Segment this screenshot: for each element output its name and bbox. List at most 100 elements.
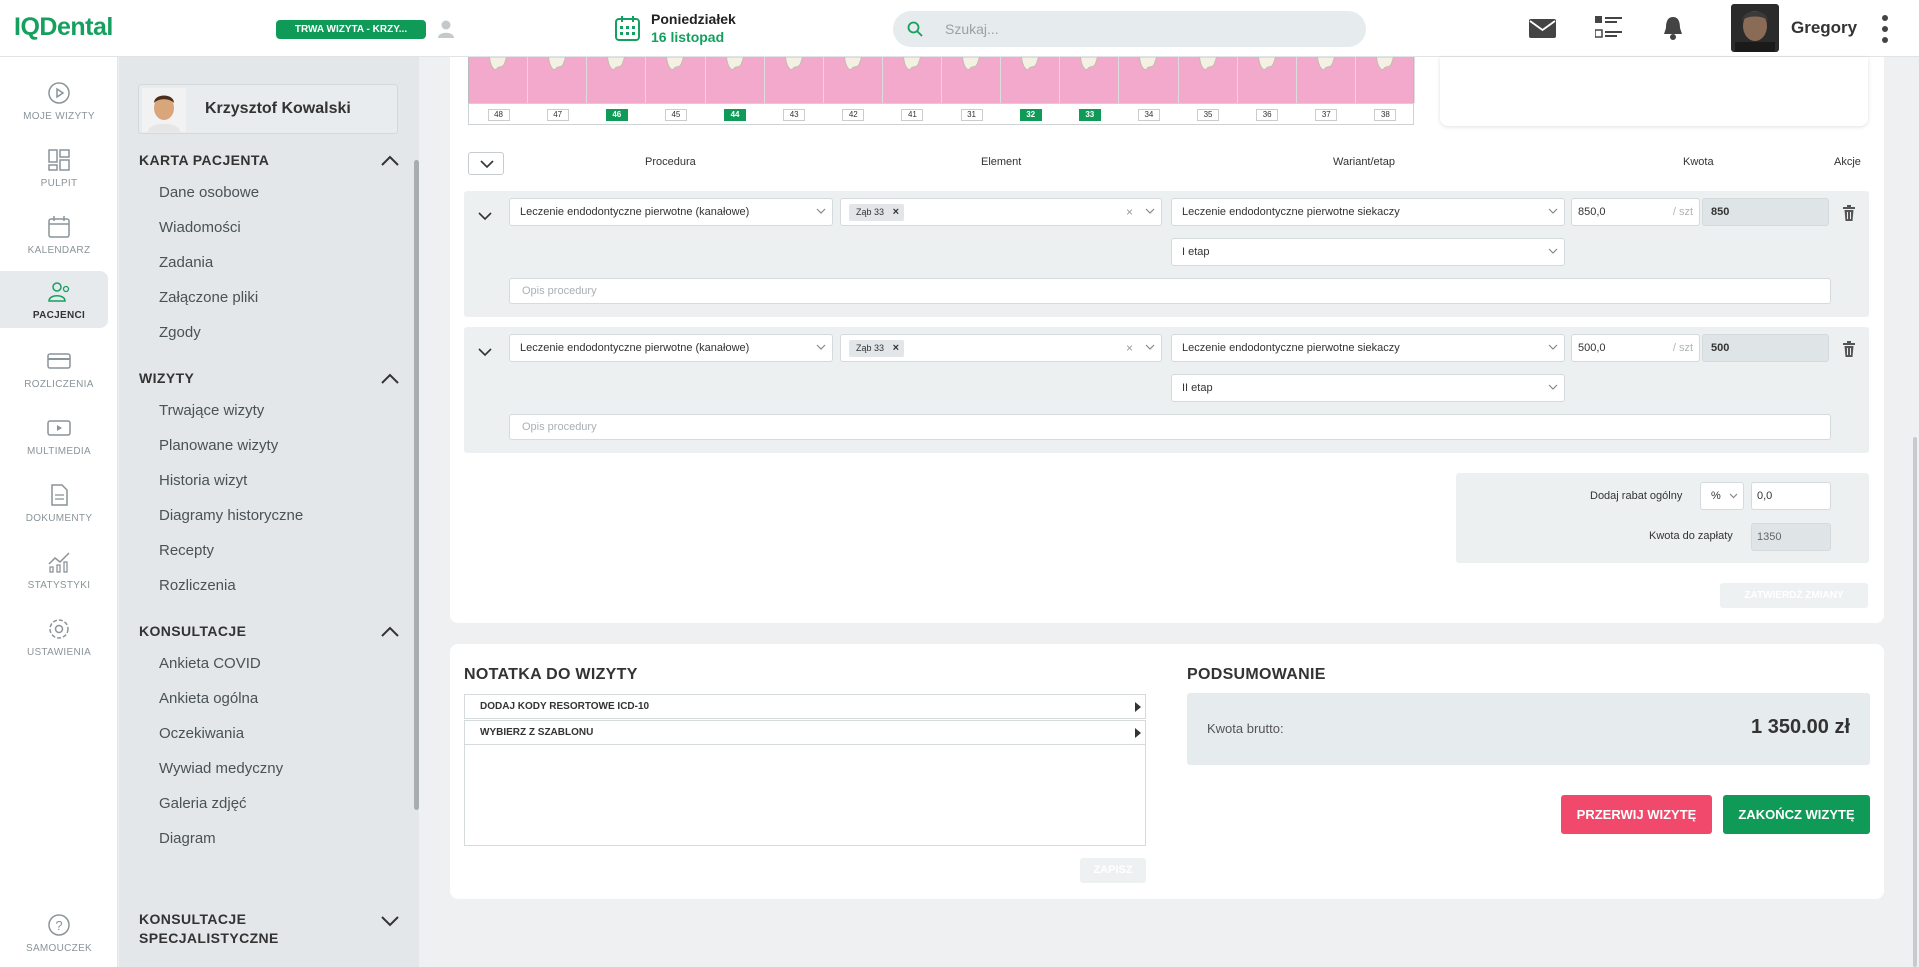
finish-visit-button[interactable]: ZAKOŃCZ WIZYTĘ (1723, 795, 1870, 834)
tooth-47[interactable] (528, 56, 588, 103)
add-icd10-codes-option[interactable]: DODAJ KODY RESORTOWE ICD-10 (464, 694, 1146, 719)
procedure-select[interactable]: Leczenie endodontyczne pierwotne (kanało… (509, 334, 833, 362)
search-bar[interactable] (893, 11, 1366, 47)
mail-icon[interactable] (1529, 19, 1556, 38)
remove-chip-icon[interactable]: × (893, 204, 899, 221)
app-logo[interactable]: IQDental (14, 13, 113, 42)
nav-multimedia[interactable]: MULTIMEDIA (0, 410, 108, 466)
user-avatar[interactable] (1731, 4, 1779, 52)
tooth-number[interactable]: 42 (842, 109, 865, 121)
tooth-45[interactable] (646, 56, 706, 103)
nav-help[interactable]: ? SAMOUCZEK (0, 907, 108, 963)
nav-documents[interactable]: DOKUMENTY (0, 477, 108, 533)
chevron-up-icon[interactable] (381, 626, 399, 637)
tooth-number[interactable]: 33 (1078, 109, 1101, 121)
stage-select[interactable]: II etap (1171, 374, 1565, 402)
remove-chip-icon[interactable]: × (893, 340, 899, 357)
link-planned-visits[interactable]: Planowane wizyty (159, 437, 278, 454)
discount-type-select[interactable]: % (1700, 482, 1744, 510)
element-select[interactable]: Ząb 33 × × (840, 334, 1162, 362)
variant-select[interactable]: Leczenie endodontyczne pierwotne siekacz… (1171, 334, 1565, 362)
section-patient-card[interactable]: KARTA PACJENTA (139, 152, 399, 168)
link-attached-files[interactable]: Załączone pliki (159, 289, 258, 306)
link-consents[interactable]: Zgody (159, 324, 201, 341)
link-covid-survey[interactable]: Ankieta COVID (159, 655, 261, 672)
tooth-number[interactable]: 35 (1197, 109, 1220, 121)
section-visits[interactable]: WIZYTY (139, 370, 399, 386)
nav-calendar[interactable]: KALENDARZ (0, 209, 108, 265)
tooth-35[interactable] (1179, 56, 1238, 103)
trash-icon[interactable] (1842, 205, 1856, 221)
tooth-33[interactable] (1060, 56, 1120, 103)
link-prescriptions[interactable]: Recepty (159, 542, 214, 559)
tooth-42[interactable] (824, 56, 883, 103)
tooth-37[interactable] (1297, 56, 1356, 103)
chevron-up-icon[interactable] (381, 373, 399, 384)
tooth-number[interactable]: 48 (487, 109, 510, 121)
sidebar-scrollbar[interactable] (414, 160, 419, 810)
discount-value-input[interactable]: 0,0 (1751, 482, 1831, 510)
tooth-number[interactable]: 31 (960, 109, 983, 121)
nav-billing[interactable]: ROZLICZENIA (0, 343, 108, 399)
variant-select[interactable]: Leczenie endodontyczne pierwotne siekacz… (1171, 198, 1565, 226)
user-name[interactable]: Gregory (1791, 18, 1857, 38)
tooth-number[interactable]: 46 (605, 109, 628, 121)
search-input[interactable] (945, 19, 1345, 39)
price-input[interactable]: 850,0 / szt (1571, 198, 1700, 226)
tooth-41[interactable] (883, 56, 942, 103)
tooth-number[interactable]: 38 (1374, 109, 1397, 121)
tooth-number[interactable]: 34 (1137, 109, 1160, 121)
chevron-up-icon[interactable] (381, 155, 399, 166)
tooth-48[interactable] (469, 56, 529, 103)
trash-icon[interactable] (1842, 341, 1856, 357)
patient-card[interactable]: Krzysztof Kowalski (138, 84, 398, 134)
tooth-number[interactable]: 45 (664, 109, 687, 121)
bell-icon[interactable] (1662, 15, 1684, 41)
tooth-32[interactable] (1001, 56, 1061, 103)
kebab-menu-icon[interactable] (1880, 14, 1890, 44)
stage-select[interactable]: I etap (1171, 238, 1565, 266)
tooth-number[interactable]: 37 (1315, 109, 1338, 121)
tooth-number[interactable]: 41 (901, 109, 924, 121)
tooth-number[interactable]: 43 (783, 109, 806, 121)
chevron-down-icon[interactable] (476, 343, 494, 361)
nav-patients[interactable]: PACJENCI (0, 271, 108, 328)
nav-my-visits[interactable]: MOJE WIZYTY (0, 75, 108, 131)
link-general-survey[interactable]: Ankieta ogólna (159, 690, 258, 707)
collapse-all-button[interactable] (468, 152, 504, 175)
link-messages[interactable]: Wiadomości (159, 219, 241, 236)
list-view-icon[interactable] (1595, 16, 1622, 40)
procedure-select[interactable]: Leczenie endodontyczne pierwotne (kanało… (509, 198, 833, 226)
procedure-description-input[interactable]: Opis procedury (509, 278, 1831, 304)
tooth-number[interactable]: 47 (546, 109, 569, 121)
link-medical-interview[interactable]: Wywiad medyczny (159, 760, 283, 777)
link-expectations[interactable]: Oczekiwania (159, 725, 244, 742)
section-specialist-consultations[interactable]: KONSULTACJE SPECJALISTYCZNE (139, 910, 399, 948)
nav-settings[interactable]: USTAWIENIA (0, 611, 108, 667)
nav-dashboard[interactable]: PULPIT (0, 142, 108, 198)
tooth-44[interactable] (706, 56, 765, 103)
link-ongoing-visits[interactable]: Trwające wizyty (159, 402, 264, 419)
tooth-36[interactable] (1238, 56, 1297, 103)
link-visit-history[interactable]: Historia wizyt (159, 472, 247, 489)
price-input[interactable]: 500,0 / szt (1571, 334, 1700, 362)
calendar-icon[interactable] (614, 15, 641, 42)
chevron-down-icon[interactable] (476, 207, 494, 225)
main-scrollbar[interactable] (1913, 437, 1917, 967)
clear-icon[interactable]: × (1126, 335, 1133, 361)
element-select[interactable]: Ząb 33 × × (840, 198, 1162, 226)
link-tasks[interactable]: Zadania (159, 254, 213, 271)
chevron-down-icon[interactable] (381, 916, 399, 927)
link-settlements[interactable]: Rozliczenia (159, 577, 236, 594)
save-note-button[interactable]: ZAPISZ (1080, 858, 1146, 883)
note-textarea[interactable] (464, 745, 1146, 846)
tooth-46[interactable] (587, 56, 647, 103)
procedure-description-input[interactable]: Opis procedury (509, 414, 1831, 440)
tooth-43[interactable] (765, 56, 824, 103)
link-diagram[interactable]: Diagram (159, 830, 216, 847)
clear-icon[interactable]: × (1126, 199, 1133, 225)
tooth-number[interactable]: 36 (1256, 109, 1279, 121)
link-personal-data[interactable]: Dane osobowe (159, 184, 259, 201)
tooth-31[interactable] (942, 56, 1002, 103)
nav-statistics[interactable]: STATYSTYKI (0, 544, 108, 600)
